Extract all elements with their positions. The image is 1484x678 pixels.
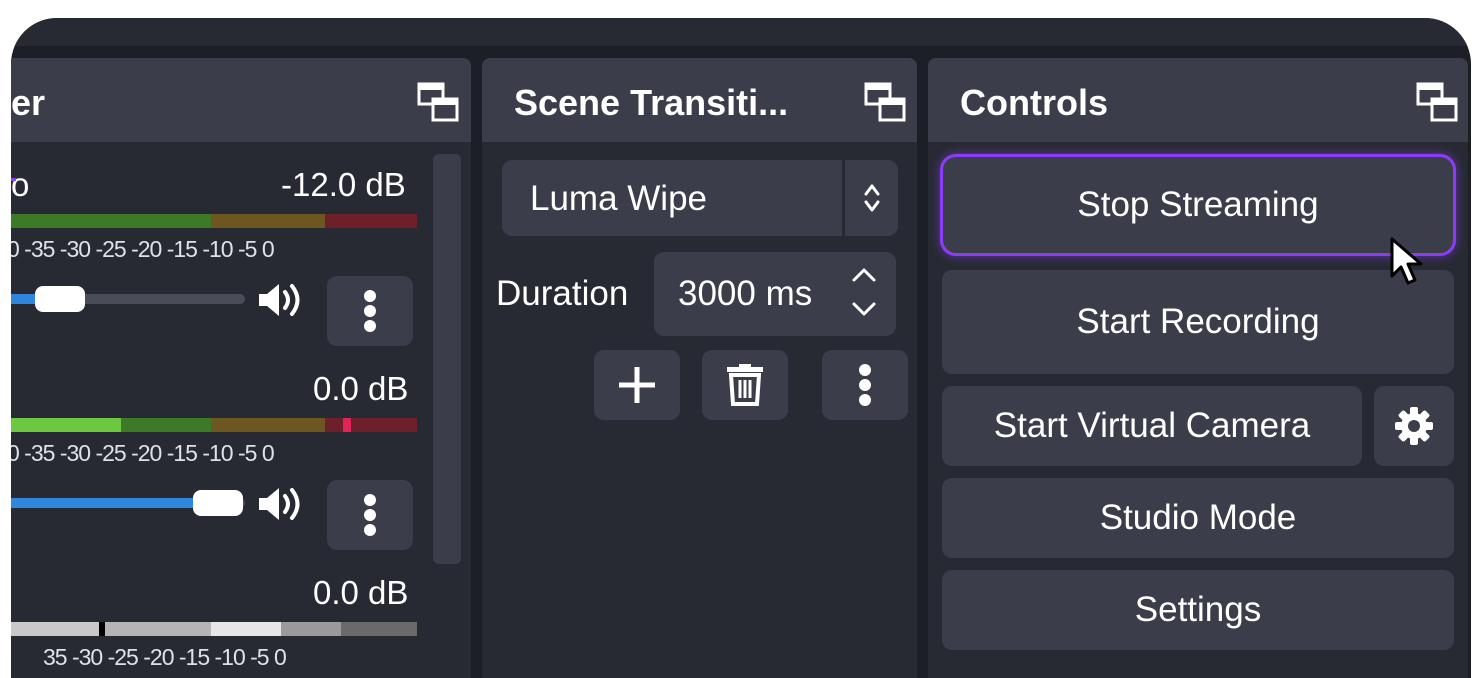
channel-3-scale: 35 -30 -25 -20 -15 -10 -5 0 xyxy=(43,644,287,670)
top-bar xyxy=(11,18,1471,46)
speaker-icon[interactable] xyxy=(257,484,303,524)
undock-icon[interactable] xyxy=(864,82,906,122)
channel-1-label: o xyxy=(11,166,30,203)
kebab-menu-icon xyxy=(364,290,376,332)
start-virtual-camera-button[interactable]: Start Virtual Camera xyxy=(942,386,1362,466)
audio-mixer-title: er xyxy=(11,82,46,123)
channel-2-volume-handle[interactable] xyxy=(193,490,243,516)
spin-down-icon[interactable] xyxy=(850,298,878,320)
duration-label: Duration xyxy=(496,274,629,313)
accent-connector xyxy=(11,178,16,181)
transition-select-value: Luma Wipe xyxy=(530,179,708,218)
channel-1-menu-button[interactable] xyxy=(327,276,413,346)
studio-mode-button[interactable]: Studio Mode xyxy=(942,478,1454,558)
add-transition-button[interactable] xyxy=(594,350,680,420)
mixer-scrollbar[interactable] xyxy=(433,154,461,564)
channel-2-meter xyxy=(11,418,417,432)
updown-chevron-icon xyxy=(864,184,880,212)
controls-header: Controls xyxy=(928,58,1468,142)
kebab-menu-icon xyxy=(364,494,376,536)
remove-transition-button[interactable] xyxy=(702,350,788,420)
plus-icon xyxy=(619,367,655,403)
virtual-camera-settings-button[interactable] xyxy=(1374,386,1454,466)
scene-transitions-dock: Scene Transiti... Luma Wipe Duration 300… xyxy=(482,58,917,678)
channel-1-volume-handle[interactable] xyxy=(35,286,85,312)
transition-menu-button[interactable] xyxy=(822,350,908,420)
speaker-icon[interactable] xyxy=(257,280,303,320)
channel-3-meter xyxy=(11,622,417,636)
stop-streaming-button[interactable]: Stop Streaming xyxy=(940,154,1456,256)
audio-mixer-header: er xyxy=(11,58,471,142)
mouse-cursor-icon xyxy=(1390,237,1423,285)
select-divider xyxy=(842,160,845,236)
audio-mixer-dock: er o -12.0 dB 0 -35 -30 -25 -20 -15 -10 … xyxy=(11,58,471,678)
undock-icon[interactable] xyxy=(417,82,459,122)
channel-2-db: 0.0 dB xyxy=(313,370,409,407)
scene-transitions-header: Scene Transiti... xyxy=(482,58,917,142)
channel-2-menu-button[interactable] xyxy=(327,480,413,550)
kebab-menu-icon xyxy=(859,364,871,406)
spin-up-icon[interactable] xyxy=(850,264,878,286)
controls-dock: Controls Stop Streaming Start Recording … xyxy=(928,58,1468,678)
obs-window: er o -12.0 dB 0 -35 -30 -25 -20 -15 -10 … xyxy=(11,18,1471,678)
transition-select[interactable]: Luma Wipe xyxy=(502,160,898,236)
duration-value: 3000 ms xyxy=(678,274,813,313)
channel-3-db: 0.0 dB xyxy=(313,574,409,611)
gear-icon xyxy=(1395,407,1433,445)
channel-1-meter xyxy=(11,214,417,228)
settings-button[interactable]: Settings xyxy=(942,570,1454,650)
channel-2-scale: 0 -35 -30 -25 -20 -15 -10 -5 0 xyxy=(11,440,275,466)
channel-1-scale: 0 -35 -30 -25 -20 -15 -10 -5 0 xyxy=(11,236,275,262)
duration-spinbox[interactable]: 3000 ms xyxy=(654,252,896,336)
undock-icon[interactable] xyxy=(1416,82,1458,122)
scene-transitions-title: Scene Transiti... xyxy=(514,82,789,123)
channel-2-volume-fill xyxy=(11,498,203,508)
channel-1-db: -12.0 dB xyxy=(281,166,406,203)
controls-title: Controls xyxy=(960,82,1108,123)
trash-icon xyxy=(727,364,763,406)
start-recording-button[interactable]: Start Recording xyxy=(942,270,1454,374)
